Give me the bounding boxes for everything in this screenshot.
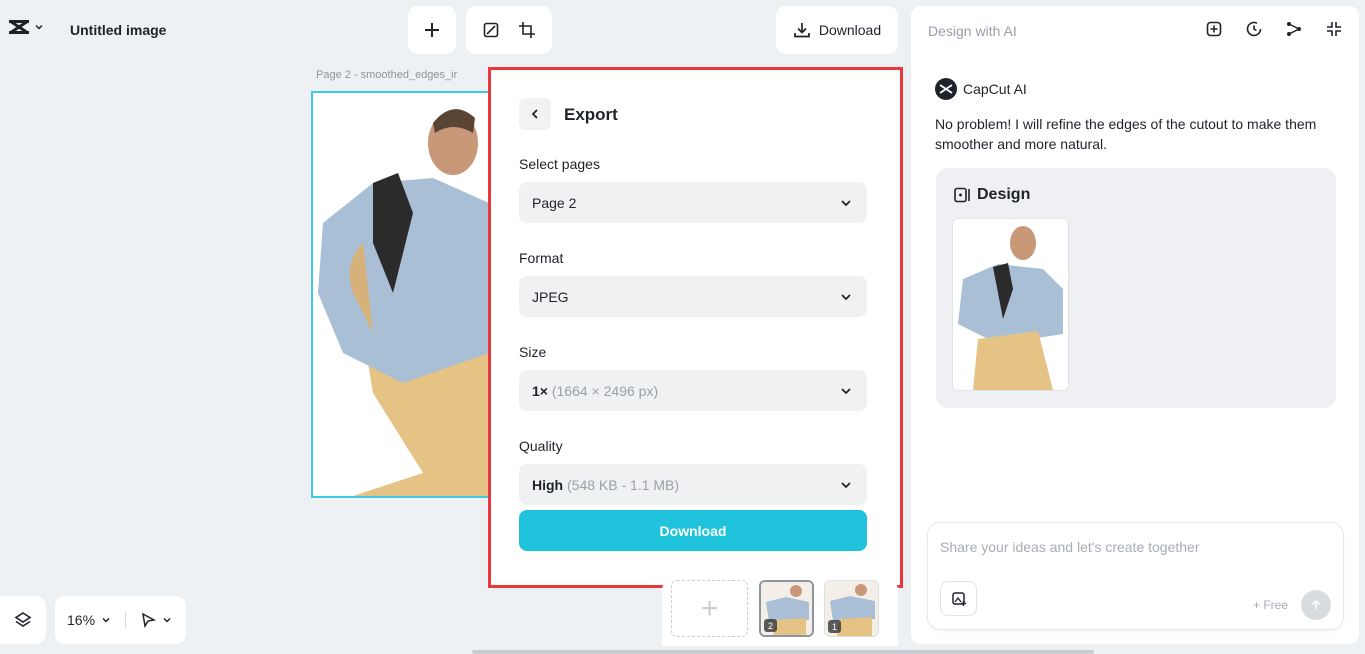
canvas-tools xyxy=(466,6,552,54)
page-number: 2 xyxy=(764,619,777,632)
size-label: Size xyxy=(519,344,547,360)
select-pages-dropdown[interactable]: Page 2 xyxy=(519,182,867,223)
zoom-level[interactable]: 16% xyxy=(67,612,95,628)
chat-input[interactable] xyxy=(940,539,1330,555)
add-button[interactable] xyxy=(408,6,456,54)
image-add-icon xyxy=(951,591,967,607)
download-icon xyxy=(793,21,811,39)
horizontal-scrollbar[interactable] xyxy=(472,650,1094,654)
share-icon[interactable] xyxy=(1285,20,1303,38)
format-label: Format xyxy=(519,250,564,266)
layers-icon xyxy=(14,611,32,629)
capcut-logo-icon xyxy=(8,18,30,36)
design-title: Design xyxy=(977,186,1031,203)
export-download-button[interactable]: Download xyxy=(519,510,867,551)
app-menu[interactable] xyxy=(8,18,44,36)
add-page-button[interactable]: + xyxy=(671,580,748,637)
page-strip: + 2 1 xyxy=(662,580,898,646)
zoom-controls: 16% xyxy=(55,596,186,644)
canvas-image[interactable] xyxy=(311,91,491,498)
history-icon[interactable] xyxy=(1245,20,1263,38)
send-button[interactable] xyxy=(1301,590,1331,620)
format-value: JPEG xyxy=(532,288,569,305)
ai-panel-actions xyxy=(1205,20,1343,38)
resize-icon[interactable] xyxy=(482,21,500,39)
top-download-button[interactable]: Download xyxy=(776,6,898,54)
chevron-down-icon xyxy=(839,384,853,398)
ai-brand: CapCut AI xyxy=(935,78,1027,100)
quality-label: Quality xyxy=(519,438,563,454)
design-title-row: Design xyxy=(953,186,1030,204)
document-title[interactable]: Untitled image xyxy=(70,22,166,38)
chevron-down-icon xyxy=(34,22,44,32)
ai-panel: Design with AI CapCut AI No problem! I w… xyxy=(911,6,1359,644)
ai-panel-title: Design with AI xyxy=(928,23,1017,39)
quality-dropdown[interactable]: High (548 KB - 1.1 MB) xyxy=(519,464,867,505)
page-number: 1 xyxy=(828,620,841,633)
capcut-ai-logo-icon xyxy=(935,78,957,100)
select-pages-label: Select pages xyxy=(519,156,600,172)
back-button[interactable] xyxy=(519,98,551,130)
divider xyxy=(125,612,127,628)
arrow-up-icon xyxy=(1310,599,1322,611)
design-thumbnail[interactable] xyxy=(952,218,1069,391)
ai-brand-name: CapCut AI xyxy=(963,81,1027,97)
quality-value: High xyxy=(532,476,564,493)
plus-icon xyxy=(423,21,441,39)
page-thumbnail[interactable]: 1 xyxy=(824,580,879,637)
chat-composer: + Free xyxy=(928,523,1343,629)
select-pages-value: Page 2 xyxy=(532,194,577,211)
top-download-label: Download xyxy=(818,22,882,38)
size-dropdown[interactable]: 1× (1664 × 2496 px) xyxy=(519,370,867,411)
size-detail: (1664 × 2496 px) xyxy=(551,382,659,399)
attach-image-button[interactable] xyxy=(940,581,977,616)
canvas-photo-illustration xyxy=(313,93,489,496)
chevron-down-icon xyxy=(839,290,853,304)
pointer-tool-icon[interactable] xyxy=(140,612,157,628)
chevron-down-icon xyxy=(839,478,853,492)
new-chat-icon[interactable] xyxy=(1205,20,1223,38)
format-dropdown[interactable]: JPEG xyxy=(519,276,867,317)
quality-detail: (548 KB - 1.1 MB) xyxy=(567,476,680,493)
chevron-down-icon[interactable] xyxy=(162,615,172,625)
export-panel: Export Select pages Page 2 Format JPEG S… xyxy=(488,67,903,588)
plus-icon: + xyxy=(700,591,719,625)
chevron-down-icon[interactable] xyxy=(101,615,111,625)
layers-button[interactable] xyxy=(0,596,46,644)
chevron-left-icon xyxy=(530,108,540,120)
page-label: Page 2 - smoothed_edges_ir xyxy=(316,69,458,81)
design-result-card: Design xyxy=(936,168,1336,408)
export-title: Export xyxy=(564,105,618,124)
ai-message: No problem! I will refine the edges of t… xyxy=(935,116,1317,152)
free-label: + Free xyxy=(1253,598,1289,612)
crop-icon[interactable] xyxy=(518,21,536,39)
collapse-icon[interactable] xyxy=(1325,20,1343,38)
chevron-down-icon xyxy=(839,196,853,210)
design-icon xyxy=(953,186,971,204)
size-value: 1× xyxy=(532,382,548,399)
page-thumbnail[interactable]: 2 xyxy=(759,580,814,637)
